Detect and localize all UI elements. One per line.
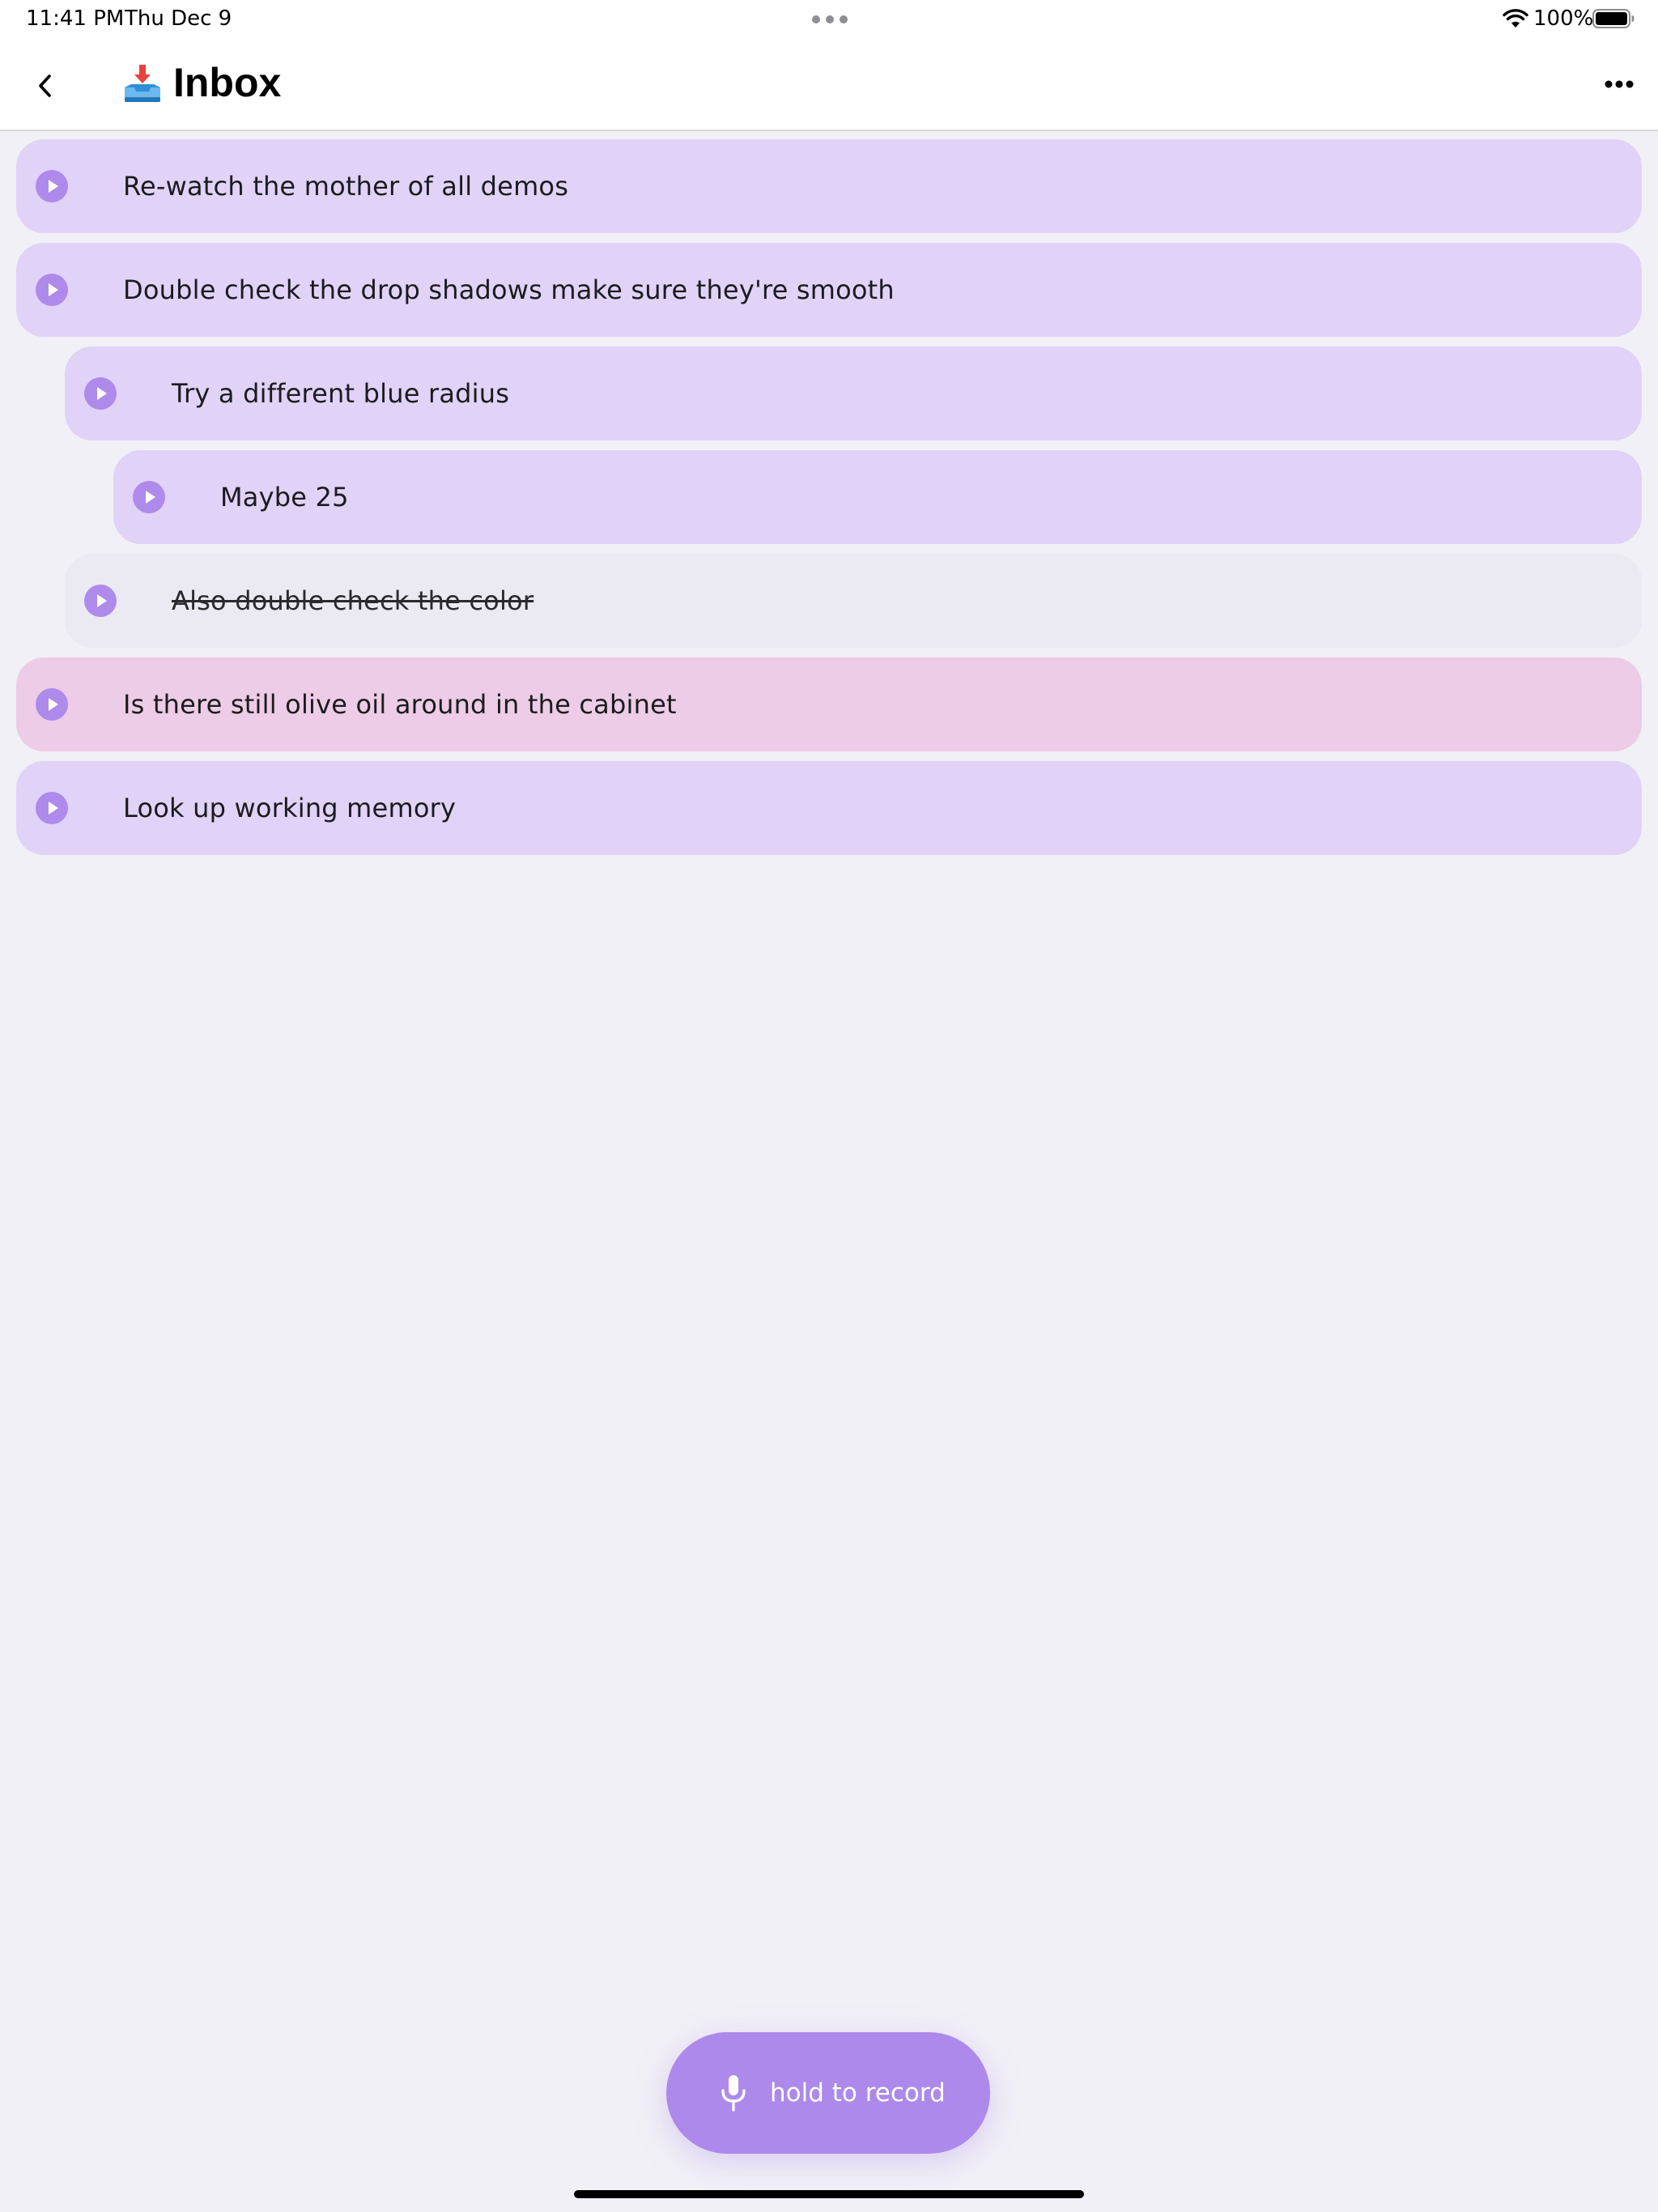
- list-item[interactable]: Double check the drop shadows make sure …: [16, 243, 1642, 337]
- item-text: Is there still olive oil around in the c…: [123, 689, 677, 720]
- play-icon[interactable]: [84, 377, 117, 410]
- list-item[interactable]: Maybe 25: [113, 450, 1642, 544]
- status-time: 11:41 PM: [26, 6, 125, 31]
- item-text: Try a different blue radius: [172, 378, 510, 409]
- hold-to-record-button[interactable]: hold to record: [666, 2032, 990, 2154]
- battery-icon: [1592, 9, 1635, 28]
- play-icon[interactable]: [36, 688, 68, 721]
- list-item[interactable]: Re-watch the mother of all demos: [16, 139, 1642, 233]
- list-item[interactable]: Try a different blue radius: [65, 347, 1642, 440]
- record-button-label: hold to record: [770, 2078, 946, 2108]
- play-icon[interactable]: [84, 585, 117, 617]
- play-icon[interactable]: [36, 792, 68, 824]
- navigation-bar: Inbox: [0, 39, 1658, 131]
- play-icon[interactable]: [36, 274, 68, 306]
- item-text: Also double check the color: [172, 585, 534, 616]
- item-text: Maybe 25: [220, 482, 349, 513]
- page-title: Inbox: [173, 60, 282, 105]
- inbox-list: Re-watch the mother of all demos Double …: [0, 139, 1658, 865]
- list-item[interactable]: Look up working memory: [16, 761, 1642, 855]
- battery-percentage: 100%: [1533, 6, 1594, 31]
- more-options-button[interactable]: [1600, 65, 1639, 104]
- list-item-completed[interactable]: Also double check the color: [65, 554, 1642, 648]
- list-item[interactable]: Is there still olive oil around in the c…: [16, 657, 1642, 751]
- inbox-tray-icon: [125, 65, 160, 102]
- home-indicator[interactable]: [574, 2190, 1084, 2198]
- status-bar: 11:41 PM Thu Dec 9 100%: [0, 0, 1658, 39]
- item-text: Look up working memory: [123, 793, 457, 823]
- ellipsis-icon: [1605, 80, 1634, 88]
- item-text: Re-watch the mother of all demos: [123, 171, 569, 202]
- item-text: Double check the drop shadows make sure …: [123, 274, 895, 305]
- play-icon[interactable]: [133, 481, 165, 513]
- chevron-left-icon: [39, 74, 51, 97]
- multitasking-dots-icon[interactable]: [812, 15, 848, 23]
- back-button[interactable]: [23, 63, 68, 108]
- play-icon[interactable]: [36, 170, 68, 202]
- wifi-icon: [1503, 9, 1528, 28]
- status-date: Thu Dec 9: [125, 6, 232, 31]
- microphone-icon: [721, 2075, 746, 2112]
